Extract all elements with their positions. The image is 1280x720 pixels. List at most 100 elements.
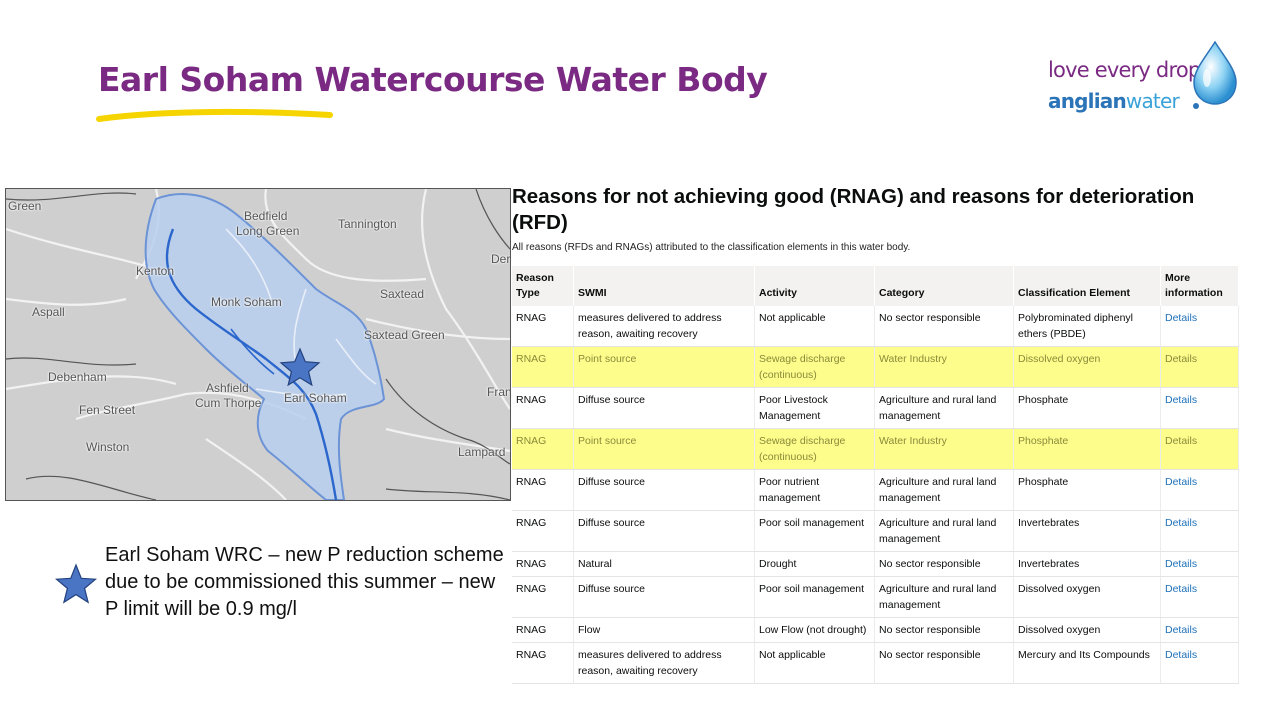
- cell-more-information: Details: [1160, 469, 1239, 511]
- logo-wordmark-bold: anglian: [1048, 89, 1127, 113]
- cell-activity: Poor Livestock Management: [754, 387, 875, 429]
- logo-wordmark-light: water: [1125, 89, 1180, 113]
- map-label: Ashfield: [206, 381, 249, 395]
- details-link[interactable]: Details: [1165, 624, 1197, 636]
- details-link[interactable]: Details: [1165, 394, 1197, 406]
- map-label: Fran: [487, 385, 511, 399]
- cell-category: Agriculture and rural land management: [874, 576, 1014, 618]
- slide-title: Earl Soham Watercourse Water Body: [98, 60, 768, 99]
- legend-text: Earl Soham WRC – new P reduction scheme …: [105, 544, 504, 620]
- cell-swmi: Point source: [573, 346, 755, 388]
- map-label: Tannington: [338, 217, 397, 231]
- table-row-highlighted: RNAG Point source Sewage discharge (cont…: [512, 428, 1239, 470]
- cell-category: Agriculture and rural land management: [874, 469, 1014, 511]
- details-link[interactable]: Details: [1165, 476, 1197, 488]
- rnag-subtitle: All reasons (RFDs and RNAGs) attributed …: [512, 242, 911, 253]
- cell-activity: Drought: [754, 551, 875, 577]
- catchment-map: Green Bedfield Long Green Tannington Der…: [5, 188, 511, 501]
- map-label: Debenham: [48, 370, 107, 384]
- cell-classification-element: Invertebrates: [1013, 510, 1161, 552]
- cell-swmi: Diffuse source: [573, 576, 755, 618]
- cell-swmi: Flow: [573, 617, 755, 643]
- map-label: Green: [8, 199, 42, 213]
- cell-activity: Poor soil management: [754, 510, 875, 552]
- cell-activity: Not applicable: [754, 306, 875, 347]
- cell-classification-element: Phosphate: [1013, 387, 1161, 429]
- cell-more-information: Details: [1160, 510, 1239, 552]
- map-label: Lampard: [458, 445, 506, 459]
- cell-more-information: Details: [1160, 642, 1239, 684]
- cell-more-information: Details: [1160, 428, 1239, 470]
- table-row: RNAG Diffuse source Poor soil management…: [512, 510, 1239, 552]
- cell-classification-element: Dissolved oxygen: [1013, 346, 1161, 388]
- cell-reason-type: RNAG: [512, 576, 574, 618]
- cell-classification-element: Polybrominated diphenyl ethers (PBDE): [1013, 306, 1161, 347]
- col-header-category: Category: [874, 266, 1014, 306]
- cell-more-information: Details: [1160, 576, 1239, 618]
- cell-classification-element: Invertebrates: [1013, 551, 1161, 577]
- cell-activity: Not applicable: [754, 642, 875, 684]
- table-row-highlighted: RNAG Point source Sewage discharge (cont…: [512, 346, 1239, 388]
- cell-category: Water Industry: [874, 428, 1014, 470]
- cell-category: No sector responsible: [874, 617, 1014, 643]
- cell-reason-type: RNAG: [512, 617, 574, 643]
- cell-reason-type: RNAG: [512, 306, 574, 347]
- cell-classification-element: Phosphate: [1013, 428, 1161, 470]
- title-underline: [96, 108, 333, 122]
- cell-more-information: Details: [1160, 346, 1239, 388]
- cell-more-information: Details: [1160, 617, 1239, 643]
- cell-swmi: Natural: [573, 551, 755, 577]
- table-row: RNAG Diffuse source Poor Livestock Manag…: [512, 387, 1239, 429]
- cell-activity: Poor soil management: [754, 576, 875, 618]
- map-label: Saxtead: [380, 287, 425, 301]
- table-row: RNAG Flow Low Flow (not drought) No sect…: [512, 617, 1239, 643]
- map-label: Fen Street: [79, 403, 136, 417]
- cell-category: Agriculture and rural land management: [874, 387, 1014, 429]
- cell-classification-element: Phosphate: [1013, 469, 1161, 511]
- details-link[interactable]: Details: [1165, 583, 1197, 595]
- col-header-swmi: SWMI: [573, 266, 755, 306]
- details-link[interactable]: Details: [1165, 312, 1197, 324]
- cell-classification-element: Dissolved oxygen: [1013, 617, 1161, 643]
- cell-more-information: Details: [1160, 387, 1239, 429]
- table-row: RNAG Natural Drought No sector responsib…: [512, 551, 1239, 577]
- cell-category: No sector responsible: [874, 306, 1014, 347]
- details-link[interactable]: Details: [1165, 353, 1197, 365]
- col-header-more-information: More information: [1160, 266, 1239, 306]
- rnag-table: Reason Type SWMI Activity Category Class…: [512, 266, 1239, 684]
- details-link[interactable]: Details: [1165, 517, 1197, 529]
- col-header-classification-element: Classification Element: [1013, 266, 1161, 306]
- table-row: RNAG Diffuse source Poor soil management…: [512, 576, 1239, 618]
- details-link[interactable]: Details: [1165, 558, 1197, 570]
- map-label: Cum Thorpe: [195, 396, 262, 410]
- cell-activity: Low Flow (not drought): [754, 617, 875, 643]
- col-header-activity: Activity: [754, 266, 875, 306]
- map-label: Saxtead Green: [364, 328, 445, 342]
- details-link[interactable]: Details: [1165, 649, 1197, 661]
- map-label: Monk Soham: [211, 295, 282, 309]
- details-link[interactable]: Details: [1165, 435, 1197, 447]
- logo-tagline: love every drop: [1048, 58, 1201, 82]
- cell-category: No sector responsible: [874, 551, 1014, 577]
- cell-swmi: Diffuse source: [573, 510, 755, 552]
- map-label: Winston: [86, 440, 130, 454]
- cell-more-information: Details: [1160, 306, 1239, 347]
- cell-reason-type: RNAG: [512, 387, 574, 429]
- cell-swmi: measures delivered to address reason, aw…: [573, 306, 755, 347]
- table-row: RNAG measures delivered to address reaso…: [512, 642, 1239, 684]
- cell-reason-type: RNAG: [512, 428, 574, 470]
- map-label: Long Green: [236, 224, 300, 238]
- cell-category: Water Industry: [874, 346, 1014, 388]
- anglian-water-logo: love every drop anglianwater: [1040, 40, 1240, 115]
- logo-wordmark: anglianwater: [1048, 89, 1180, 113]
- cell-activity: Sewage discharge (continuous): [754, 428, 875, 470]
- map-label: Kenton: [136, 264, 175, 278]
- cell-category: No sector responsible: [874, 642, 1014, 684]
- cell-swmi: Diffuse source: [573, 469, 755, 511]
- map-label: Der: [491, 252, 511, 266]
- cell-swmi: measures delivered to address reason, aw…: [573, 642, 755, 684]
- rnag-heading: Reasons for not achieving good (RNAG) an…: [512, 185, 1195, 234]
- cell-reason-type: RNAG: [512, 510, 574, 552]
- col-header-reason-type: Reason Type: [512, 266, 574, 306]
- cell-more-information: Details: [1160, 551, 1239, 577]
